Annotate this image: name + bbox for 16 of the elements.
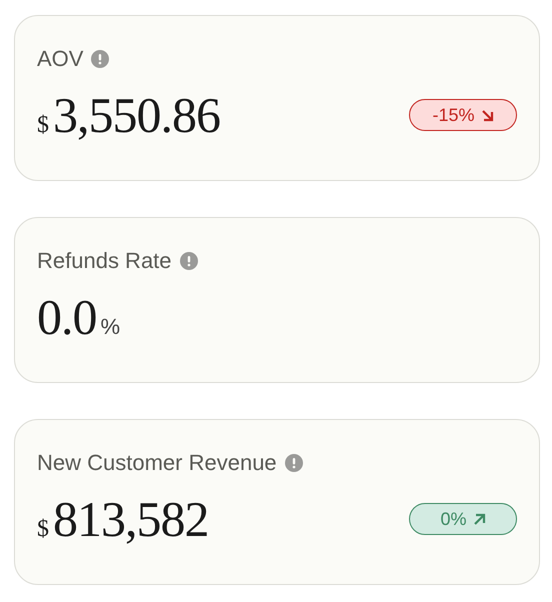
- currency-symbol: $: [37, 112, 49, 139]
- info-icon: [284, 454, 303, 472]
- metric-value: 3,550.86: [53, 86, 220, 144]
- currency-symbol: $: [37, 516, 49, 543]
- metric-title: Refunds Rate: [37, 248, 172, 274]
- metric-title: AOV: [37, 46, 84, 72]
- change-badge: -15%: [409, 99, 517, 131]
- metric-value: 813,582: [53, 490, 208, 548]
- arrow-up-right-icon: [472, 512, 486, 526]
- arrow-down-right-icon: [480, 108, 494, 122]
- info-icon: [91, 50, 110, 68]
- info-icon: [180, 252, 198, 270]
- metric-title: New Customer Revenue: [37, 450, 277, 476]
- unit-label: %: [100, 314, 120, 340]
- metric-value: 0.0: [37, 288, 96, 346]
- change-badge: 0%: [409, 503, 517, 535]
